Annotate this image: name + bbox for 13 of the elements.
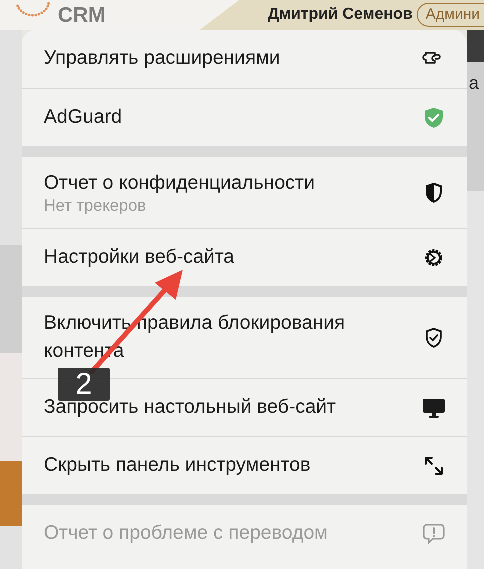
- menu-item[interactable]: Скрыть панель инструментов: [22, 436, 467, 494]
- menu-item[interactable]: AdGuard: [22, 88, 467, 146]
- logo-text: CRM: [58, 4, 106, 26]
- menu-item[interactable]: Отчет о конфиденциальности Нет трекеров: [22, 157, 467, 228]
- page-text: а: [469, 72, 480, 95]
- user-name: Дмитрий Семенов: [268, 5, 413, 25]
- alert-bubble-icon: [421, 521, 447, 548]
- role-badge: Админи: [416, 2, 484, 28]
- step-number-badge: 2: [58, 368, 110, 401]
- menu-item-subtitle: Нет трекеров: [44, 197, 148, 216]
- logo-icon: [16, 0, 50, 17]
- menu-item[interactable]: Управлять расширениями: [22, 30, 467, 88]
- menu-item-label: Отчет о конфиденциальности: [44, 171, 315, 196]
